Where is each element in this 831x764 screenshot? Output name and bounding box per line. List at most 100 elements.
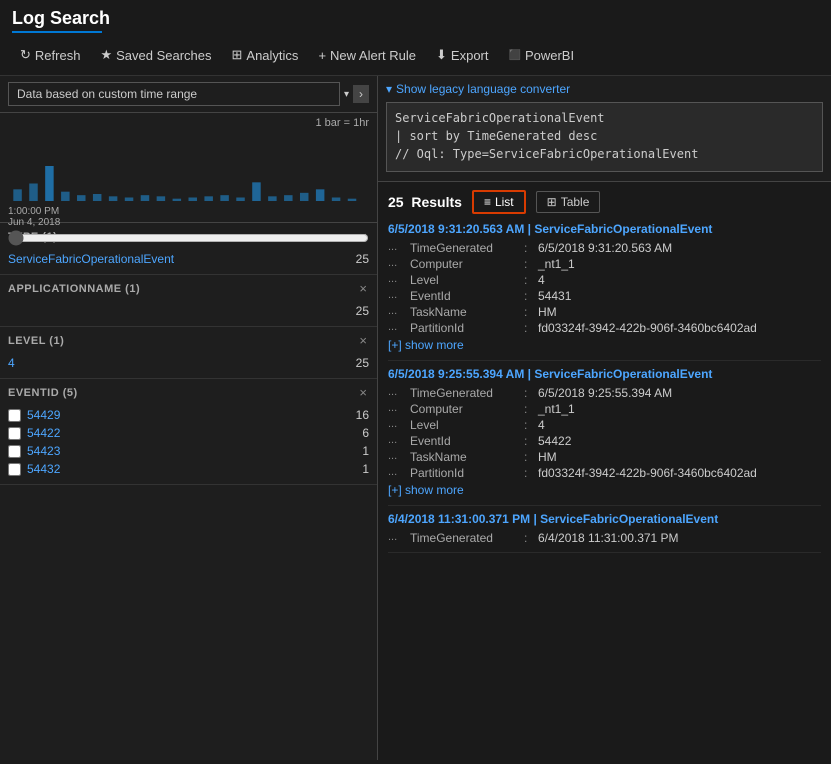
field-separator: : <box>524 305 534 319</box>
field-key: PartitionId <box>410 321 520 335</box>
facet-level-value: 4 <box>8 356 15 370</box>
eventid-54422-checkbox[interactable] <box>8 427 21 440</box>
facet-applicationname-count: 25 <box>356 304 369 318</box>
field-value: 6/5/2018 9:31:20.563 AM <box>538 241 672 255</box>
result-field: ... EventId : 54431 <box>388 288 821 304</box>
facet-eventid-close[interactable]: × <box>357 385 369 400</box>
time-range-select[interactable]: Data based on custom time range <box>8 82 340 106</box>
facet-eventid: EVENTID (5) × 54429 16 54422 6 54423 1 <box>0 379 377 485</box>
result-field: ... EventId : 54422 <box>388 433 821 449</box>
title-underline <box>12 31 102 33</box>
ellipsis-icon: ... <box>388 386 406 398</box>
grid-icon: ⊞ <box>232 47 243 63</box>
eventid-54423-checkbox[interactable] <box>8 445 21 458</box>
facet-level-header: LEVEL (1) × <box>8 333 369 348</box>
result-field: ... TimeGenerated : 6/5/2018 9:25:55.394… <box>388 385 821 401</box>
chart-bar-label: 1 bar = 1hr <box>8 117 369 129</box>
field-separator: : <box>524 450 534 464</box>
list-item: ServiceFabricOperationalEvent 25 <box>8 250 369 268</box>
chart-slider[interactable] <box>8 230 369 246</box>
powerbi-button[interactable]: ⬛ PowerBI <box>501 44 583 67</box>
field-value: 4 <box>538 418 545 432</box>
facets-panel: TYPE (1) × ServiceFabricOperationalEvent… <box>0 223 377 760</box>
ellipsis-icon: ... <box>388 305 406 317</box>
field-key: TimeGenerated <box>410 386 520 400</box>
star-icon: ★ <box>100 47 112 63</box>
field-key: Computer <box>410 402 520 416</box>
chart-area: 1 bar = 1hr <box>0 113 377 223</box>
export-button[interactable]: ⬇ Export <box>428 43 496 67</box>
field-value: 6/4/2018 11:31:00.371 PM <box>538 531 679 545</box>
field-separator: : <box>524 531 534 545</box>
saved-searches-button[interactable]: ★ Saved Searches <box>92 43 219 67</box>
facet-applicationname-title: APPLICATIONNAME (1) <box>8 283 140 295</box>
saved-searches-label: Saved Searches <box>116 48 211 63</box>
field-value: fd03324f-3942-422b-906f-3460bc6402ad <box>538 466 757 480</box>
list-label: List <box>495 195 514 209</box>
field-separator: : <box>524 402 534 416</box>
eventid-54422-label: 54422 <box>27 426 356 440</box>
facet-applicationname-header: APPLICATIONNAME (1) × <box>8 281 369 296</box>
new-alert-button[interactable]: + New Alert Rule <box>310 44 424 67</box>
main-layout: Data based on custom time range ▾ › 1 ba… <box>0 76 831 760</box>
ellipsis-icon: ... <box>388 257 406 269</box>
refresh-icon: ↻ <box>20 47 31 63</box>
facet-applicationname-close[interactable]: × <box>357 281 369 296</box>
facet-eventid-title: EVENTID (5) <box>8 387 78 399</box>
powerbi-label: PowerBI <box>525 48 574 63</box>
plus-icon: + <box>318 48 326 63</box>
eventid-54429-checkbox[interactable] <box>8 409 21 422</box>
field-value: _nt1_1 <box>538 402 575 416</box>
list-item: 54422 6 <box>8 424 369 442</box>
facet-level-close[interactable]: × <box>357 333 369 348</box>
ellipsis-icon: ... <box>388 289 406 301</box>
result-field: ... Computer : _nt1_1 <box>388 256 821 272</box>
field-value: fd03324f-3942-422b-906f-3460bc6402ad <box>538 321 757 335</box>
field-key: Level <box>410 418 520 432</box>
legacy-toggle[interactable]: ▾ Show legacy language converter <box>386 82 823 96</box>
field-key: TaskName <box>410 305 520 319</box>
ellipsis-icon: ... <box>388 531 406 543</box>
eventid-54423-count: 1 <box>362 444 369 458</box>
field-key: PartitionId <box>410 466 520 480</box>
table-view-button[interactable]: ⊞ Table <box>536 191 601 213</box>
page-title-text: Log Search <box>12 8 110 28</box>
download-icon: ⬇ <box>436 47 447 63</box>
refresh-button[interactable]: ↻ Refresh <box>12 43 88 67</box>
analytics-label: Analytics <box>246 48 298 63</box>
field-separator: : <box>524 289 534 303</box>
facet-level-title: LEVEL (1) <box>8 335 64 347</box>
ellipsis-icon: ... <box>388 434 406 446</box>
field-separator: : <box>524 241 534 255</box>
result-field: ... Computer : _nt1_1 <box>388 401 821 417</box>
field-separator: : <box>524 386 534 400</box>
analytics-button[interactable]: ⊞ Analytics <box>224 43 307 67</box>
list-icon: ≡ <box>484 195 491 209</box>
field-value: 54422 <box>538 434 571 448</box>
facet-type-count: 25 <box>356 252 369 266</box>
query-input[interactable]: ServiceFabricOperationalEvent | sort by … <box>386 102 823 172</box>
eventid-54423-label: 54423 <box>27 444 356 458</box>
result-field: ... Level : 4 <box>388 272 821 288</box>
list-view-button[interactable]: ≡ List <box>472 190 526 214</box>
result-entry: 6/5/2018 9:25:55.394 AM | ServiceFabricO… <box>388 367 821 506</box>
field-key: EventId <box>410 289 520 303</box>
refresh-label: Refresh <box>35 48 81 63</box>
result-entry: 6/4/2018 11:31:00.371 PM | ServiceFabric… <box>388 512 821 553</box>
chart-time-label: 1:00:00 PM Jun 4, 2018 <box>8 206 369 228</box>
ellipsis-icon: ... <box>388 450 406 462</box>
table-label: Table <box>561 195 590 209</box>
field-separator: : <box>524 257 534 271</box>
field-value: 4 <box>538 273 545 287</box>
result-title: 6/4/2018 11:31:00.371 PM | ServiceFabric… <box>388 512 821 526</box>
result-field: ... PartitionId : fd03324f-3942-422b-906… <box>388 465 821 481</box>
eventid-54422-count: 6 <box>362 426 369 440</box>
header: Log Search ↻ Refresh ★ Saved Searches ⊞ … <box>0 0 831 76</box>
show-more-link[interactable]: [+] show more <box>388 336 464 354</box>
result-field: ... TaskName : HM <box>388 304 821 320</box>
show-more-link[interactable]: [+] show more <box>388 481 464 499</box>
collapse-button[interactable]: › <box>353 85 369 103</box>
powerbi-icon: ⬛ <box>509 50 521 61</box>
time-range-bar: Data based on custom time range ▾ › <box>0 76 377 113</box>
eventid-54432-checkbox[interactable] <box>8 463 21 476</box>
